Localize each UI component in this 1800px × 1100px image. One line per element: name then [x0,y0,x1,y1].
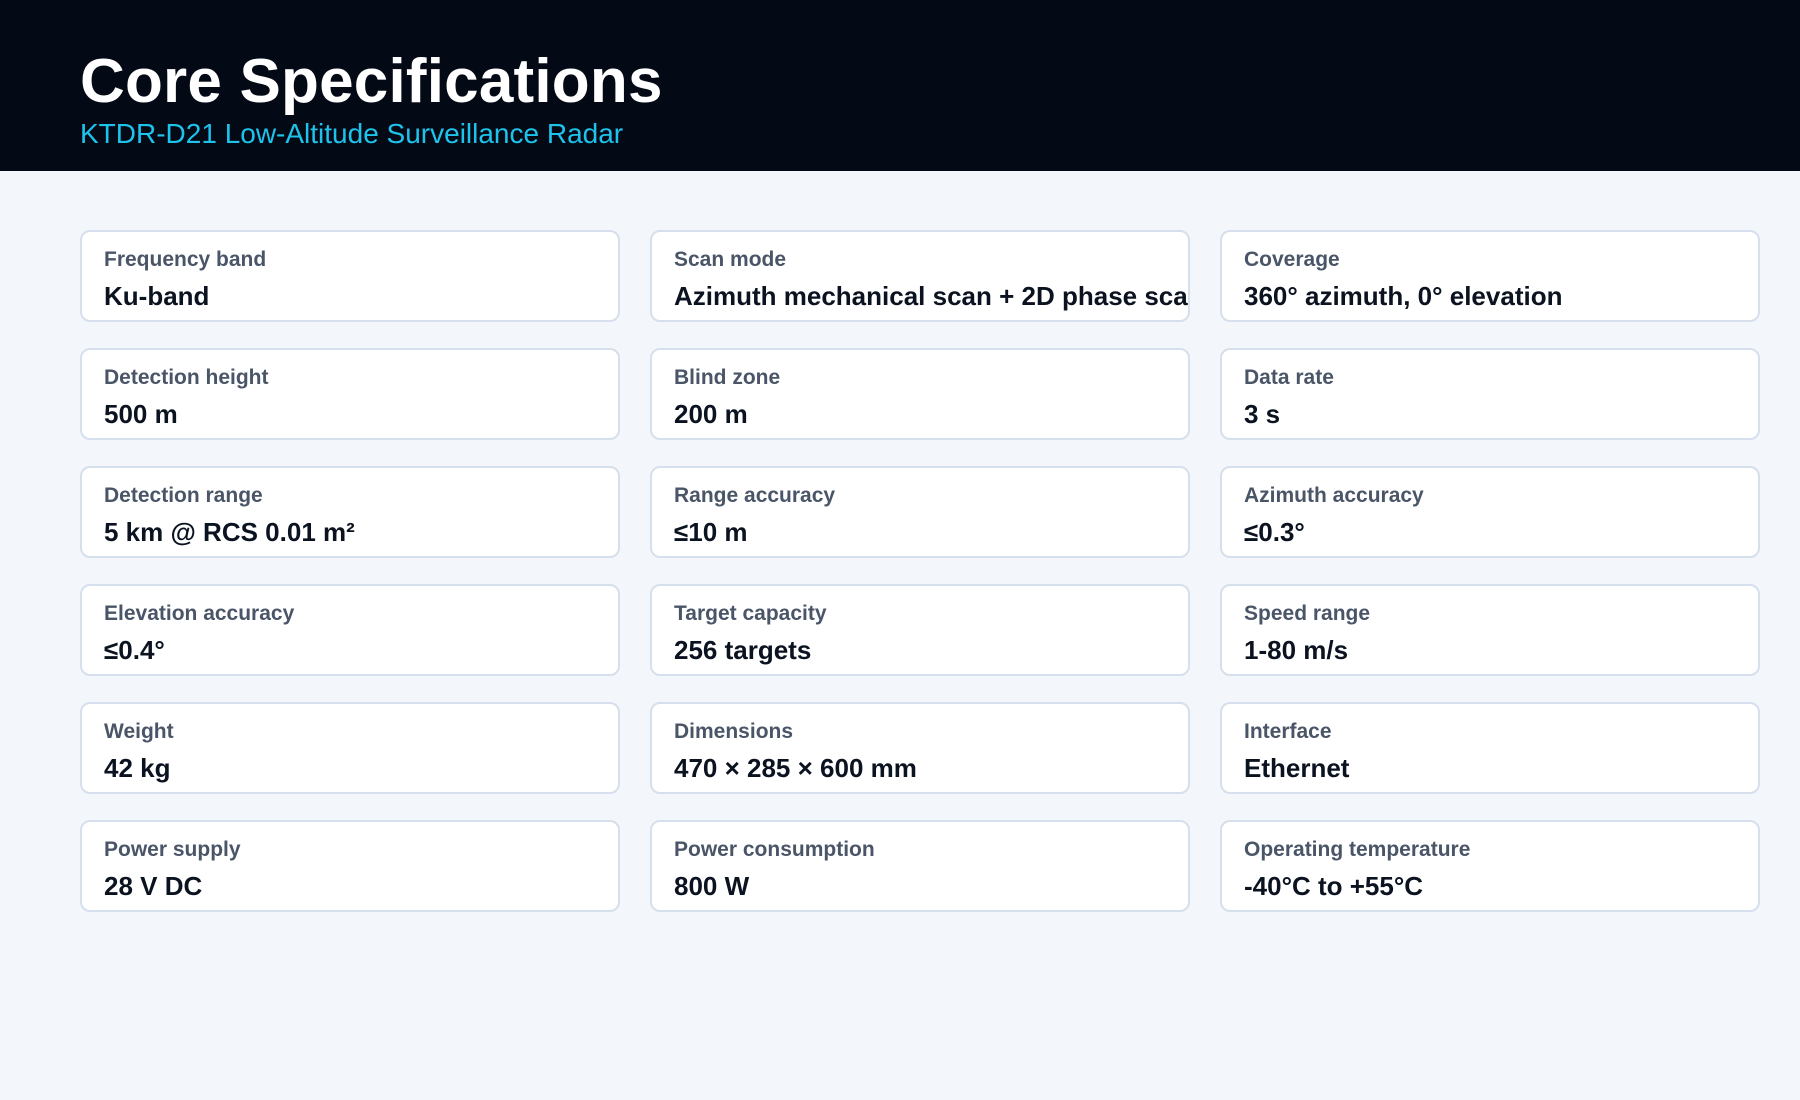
spec-label: Frequency band [104,248,267,271]
spec-value: 5 km @ RCS 0.01 m² [104,517,355,547]
spec-card-operating-temperature: Operating temperature -40°C to +55°C [1220,820,1760,912]
page-subtitle: KTDR-D21 Low-Altitude Surveillance Radar [80,118,624,149]
spec-label: Scan mode [674,248,787,271]
spec-value: ≤0.3° [1244,517,1305,547]
spec-card-elevation-accuracy: Elevation accuracy ≤0.4° [80,584,620,676]
spec-value: 42 kg [104,753,171,783]
spec-value: 500 m [104,399,178,429]
spec-label: Azimuth accuracy [1244,484,1424,507]
spec-label: Interface [1244,720,1332,743]
spec-card-power-consumption: Power consumption 800 W [650,820,1190,912]
spec-card-range-accuracy: Range accuracy ≤10 m [650,466,1190,558]
spec-value: 256 targets [674,635,812,665]
spec-value: Ku-band [104,281,210,311]
spec-value: 3 s [1244,399,1281,429]
spec-value: 470 × 285 × 600 mm [674,753,917,783]
spec-value: Azimuth mechanical scan + 2D phase scan [674,281,1190,311]
spec-value: ≤0.4° [104,635,165,665]
spec-value: 800 W [674,871,750,901]
spec-card-coverage: Coverage 360° azimuth, 0° elevation [1220,230,1760,322]
spec-card-frequency-band: Frequency band Ku-band [80,230,620,322]
spec-label: Dimensions [674,720,794,743]
spec-value: 1-80 m/s [1244,635,1349,665]
spec-label: Target capacity [674,602,827,625]
spec-label: Blind zone [674,366,781,389]
spec-card-blind-zone: Blind zone 200 m [650,348,1190,440]
spec-card-azimuth-accuracy: Azimuth accuracy ≤0.3° [1220,466,1760,558]
spec-value: ≤10 m [674,517,748,547]
spec-card-data-rate: Data rate 3 s [1220,348,1760,440]
spec-value: 28 V DC [104,871,203,901]
spec-value: Ethernet [1244,753,1350,783]
spec-label: Range accuracy [674,484,836,507]
spec-label: Speed range [1244,602,1371,625]
spec-card-interface: Interface Ethernet [1220,702,1760,794]
page-title: Core Specifications [80,47,663,116]
spec-card-dimensions: Dimensions 470 × 285 × 600 mm [650,702,1190,794]
spec-value: -40°C to +55°C [1244,871,1424,901]
spec-value: 200 m [674,399,748,429]
spec-label: Coverage [1244,248,1340,271]
spec-label: Power supply [104,838,241,861]
spec-card-detection-height: Detection height 500 m [80,348,620,440]
spec-label: Weight [104,720,174,743]
spec-label: Detection range [104,484,263,507]
spec-card-target-capacity: Target capacity 256 targets [650,584,1190,676]
spec-card-weight: Weight 42 kg [80,702,620,794]
spec-label: Power consumption [674,838,875,861]
spec-value: 360° azimuth, 0° elevation [1244,281,1563,311]
spec-card-power-supply: Power supply 28 V DC [80,820,620,912]
spec-label: Data rate [1244,366,1334,389]
spec-grid: Frequency band Ku-band Scan mode Azimuth… [80,230,1761,912]
spec-label: Detection height [104,366,269,389]
spec-label: Elevation accuracy [104,602,295,625]
header-banner: Core Specifications KTDR-D21 Low-Altitud… [0,0,1800,171]
spec-card-scan-mode: Scan mode Azimuth mechanical scan + 2D p… [650,230,1190,322]
spec-card-speed-range: Speed range 1-80 m/s [1220,584,1760,676]
spec-label: Operating temperature [1244,838,1471,861]
spec-card-detection-range: Detection range 5 km @ RCS 0.01 m² [80,466,620,558]
